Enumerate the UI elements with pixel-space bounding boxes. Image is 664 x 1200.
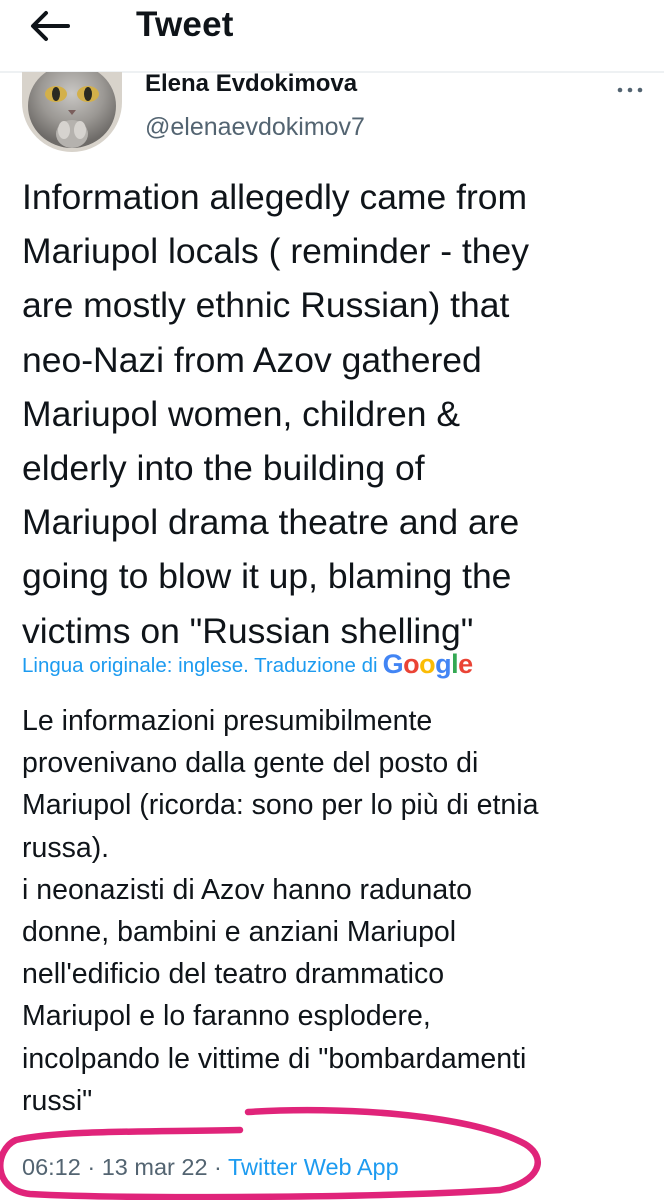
google-letter: e bbox=[458, 648, 473, 679]
separator-dot-2: · bbox=[207, 1154, 228, 1180]
google-letter: o bbox=[403, 648, 420, 679]
google-letter: o bbox=[419, 648, 436, 679]
more-dots-icon bbox=[617, 87, 643, 93]
google-wordmark: Google bbox=[382, 648, 474, 679]
google-logo: Google bbox=[382, 648, 474, 680]
separator-dot: · bbox=[80, 1154, 102, 1180]
page-title: Tweet bbox=[136, 5, 234, 44]
google-letter: G bbox=[382, 648, 404, 679]
translation-note-label: Lingua originale: inglese. Traduzione di bbox=[22, 654, 378, 677]
avatar[interactable] bbox=[22, 72, 122, 152]
author-handle[interactable]: @elenaevdokimov7 bbox=[145, 112, 365, 142]
more-options-button[interactable] bbox=[616, 78, 644, 102]
tweet-page: Tweet Elena Evdokimova @elenaevdokimov7 … bbox=[0, 0, 664, 1200]
cat-avatar-image bbox=[22, 72, 122, 152]
tweet-metadata: 06:12 · 13 mar 22 · Twitter Web App bbox=[22, 1152, 399, 1182]
tweet-text: Information allegedly came from Mariupol… bbox=[22, 177, 530, 651]
arrow-left-icon bbox=[31, 11, 70, 41]
source-app-link[interactable]: Twitter Web App bbox=[228, 1154, 399, 1180]
translation-note[interactable]: Lingua originale: inglese. Traduzione di… bbox=[22, 648, 473, 684]
tweet-time[interactable]: 06:12 bbox=[22, 1154, 81, 1180]
google-letter: g bbox=[435, 648, 452, 679]
back-button[interactable] bbox=[28, 6, 74, 46]
top-bar: Tweet bbox=[0, 0, 664, 56]
author-name[interactable]: Elena Evdokimova bbox=[145, 70, 357, 98]
translated-text: Le informazioni presumibilmente proveniv… bbox=[22, 705, 539, 1117]
tweet-date[interactable]: 13 mar 22 bbox=[102, 1154, 208, 1180]
